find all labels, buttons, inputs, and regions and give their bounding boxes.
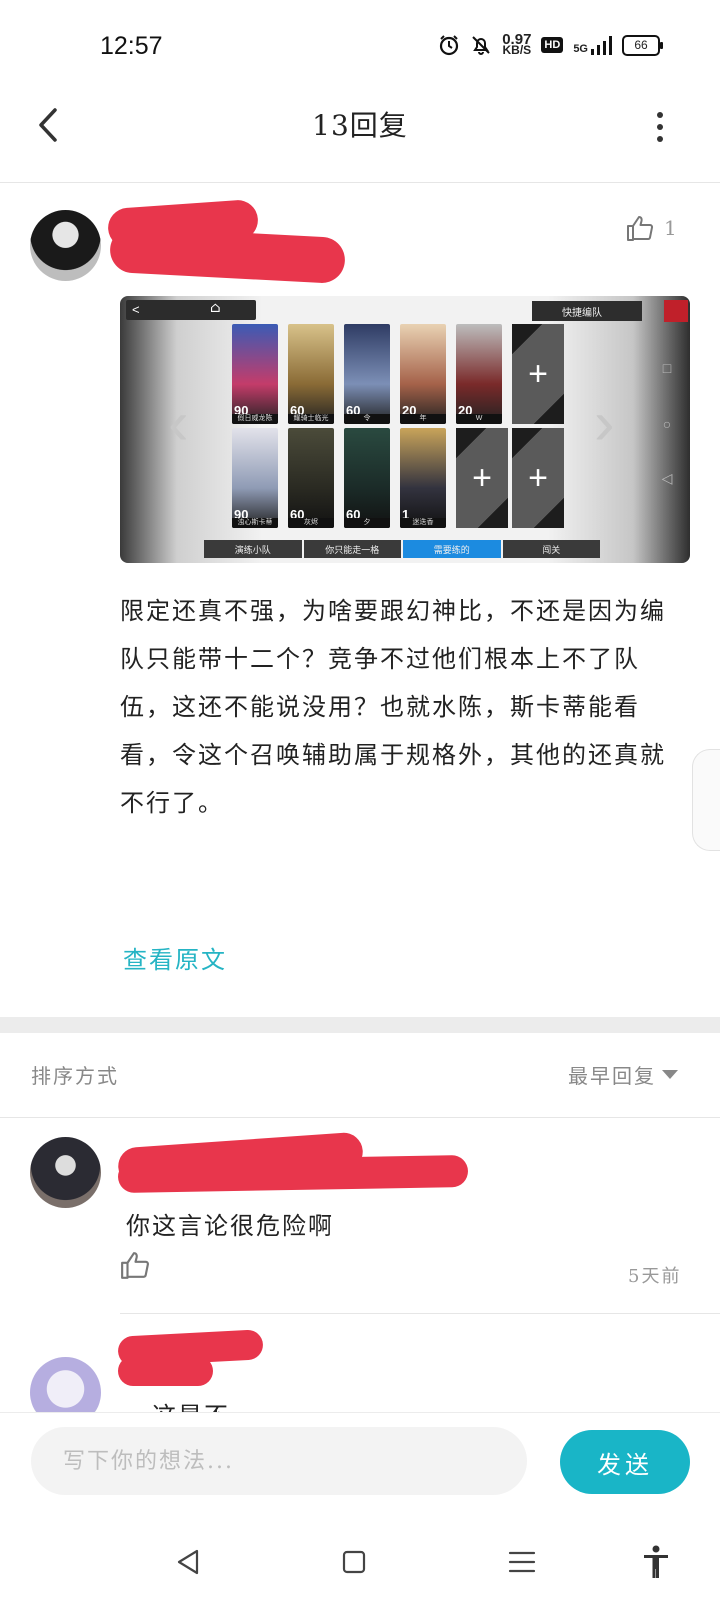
more-options-button[interactable] <box>650 112 670 142</box>
operator-card: 1 迷迭香 <box>400 428 446 528</box>
game-left-arrow-icon: ‹ <box>168 389 189 458</box>
network-type: 5G <box>573 35 612 55</box>
operator-name: 浊心斯卡蒂 <box>232 518 278 528</box>
game-tab: 演练小队 <box>204 540 302 558</box>
empty-slot-plus-icon: + <box>512 428 564 528</box>
caret-down-icon <box>662 1070 678 1079</box>
game-quick-team-button: 快捷编队 <box>532 301 642 321</box>
menu-icon <box>508 1551 536 1573</box>
operator-card: 60 耀骑士临光 <box>288 324 334 424</box>
redacted-reply-author <box>118 1356 213 1386</box>
empty-slot-plus-icon: + <box>512 324 564 424</box>
empty-slot-plus-icon: + <box>456 428 508 528</box>
nav-home-button[interactable] <box>332 1540 376 1584</box>
operator-card: 20 年 <box>400 324 446 424</box>
trash-icon <box>664 300 688 322</box>
triangle-back-icon <box>177 1549 199 1575</box>
redacted-reply-author <box>117 1154 469 1194</box>
operator-name: 灰烬 <box>288 518 334 528</box>
operator-card: 60 夕 <box>344 428 390 528</box>
net-speed-unit: KB/S <box>502 43 532 57</box>
game-square-icon: □ <box>662 360 672 376</box>
battery-level: 66 <box>634 38 648 52</box>
hd-badge: HD <box>541 37 564 53</box>
network-label: 5G <box>573 43 588 55</box>
accessibility-icon <box>644 1545 668 1578</box>
page-title: 13回复 <box>312 109 408 142</box>
operator-card: 20 W <box>456 324 502 424</box>
game-tab: 闯关 <box>502 540 600 558</box>
accessibility-button[interactable] <box>634 1540 678 1584</box>
sort-select[interactable]: 最早回复 <box>568 1060 678 1089</box>
operator-name: 耀骑士临光 <box>288 414 334 424</box>
author-avatar[interactable] <box>30 210 101 281</box>
game-top-bar <box>126 300 256 320</box>
game-circle-icon: ○ <box>662 416 672 432</box>
like-count: 1 <box>664 216 677 240</box>
send-button[interactable]: 发送 <box>560 1430 690 1494</box>
sort-label: 排序方式 <box>31 1064 119 1088</box>
reply-time: 5天前 <box>628 1266 682 1287</box>
game-tab: 你只能走一格 <box>303 540 401 558</box>
operator-card: 90 浊心斯卡蒂 <box>232 428 278 528</box>
alarm-icon <box>440 35 459 56</box>
thumbs-up-icon <box>627 216 654 241</box>
divider <box>0 1117 720 1118</box>
reply-like-button[interactable] <box>120 1250 150 1284</box>
side-drawer-handle[interactable] <box>692 749 720 851</box>
operator-name: 令 <box>344 414 390 424</box>
thumbs-up-icon <box>121 1252 149 1279</box>
view-original-link[interactable]: 查看原文 <box>123 940 227 975</box>
post-image[interactable]: < ⌂ 快捷编队 ‹ › 90 假日威龙陈 60 耀骑士临光 60 令 20 年 20 W… <box>120 296 690 563</box>
more-dot <box>657 124 663 130</box>
section-divider <box>0 1017 720 1033</box>
game-team-tabs: 演练小队 你只能走一格 需要练的 闯关 <box>204 540 600 558</box>
operator-card: 90 假日威龙陈 <box>232 324 278 424</box>
redacted-author-info <box>108 225 347 285</box>
square-home-icon <box>342 1550 366 1574</box>
more-dot <box>657 136 663 142</box>
game-right-arrow-icon: › <box>594 389 615 458</box>
game-back-icon: < <box>132 302 140 317</box>
operator-name: 假日威龙陈 <box>232 414 278 424</box>
operator-card: 60 令 <box>344 324 390 424</box>
operator-name: W <box>456 414 502 424</box>
nav-recents-button[interactable] <box>500 1540 544 1584</box>
net-speed: 0.97 KB/S <box>502 32 532 57</box>
battery-icon: 66 <box>622 34 663 56</box>
game-home-icon: ⌂ <box>210 300 221 316</box>
sort-selected: 最早回复 <box>568 1064 656 1088</box>
divider <box>120 1313 720 1314</box>
game-tab-active: 需要练的 <box>403 540 501 558</box>
operator-name: 迷迭香 <box>400 518 446 528</box>
status-icons: 0.97 KB/S HD 5G 66 <box>438 32 663 57</box>
post-body: 限定还真不强，为啥要跟幻神比，不还是因为编队只能带十二个？竞争不过他们根本上不了… <box>120 597 666 817</box>
reply-text: 你这言论很危险啊 <box>126 1212 334 1240</box>
operator-name: 年 <box>400 414 446 424</box>
nav-back-button[interactable] <box>166 1540 210 1584</box>
reply-avatar[interactable] <box>30 1137 101 1208</box>
comment-input[interactable] <box>31 1427 527 1495</box>
signal-icon <box>591 36 612 55</box>
mute-bell-icon <box>472 36 490 55</box>
operator-card: 60 灰烬 <box>288 428 334 528</box>
more-dot <box>657 112 663 118</box>
post-like[interactable]: 1 <box>626 214 677 242</box>
operator-name: 夕 <box>344 518 390 528</box>
status-time: 12:57 <box>100 32 163 60</box>
game-triangle-icon: ◁ <box>661 470 673 486</box>
